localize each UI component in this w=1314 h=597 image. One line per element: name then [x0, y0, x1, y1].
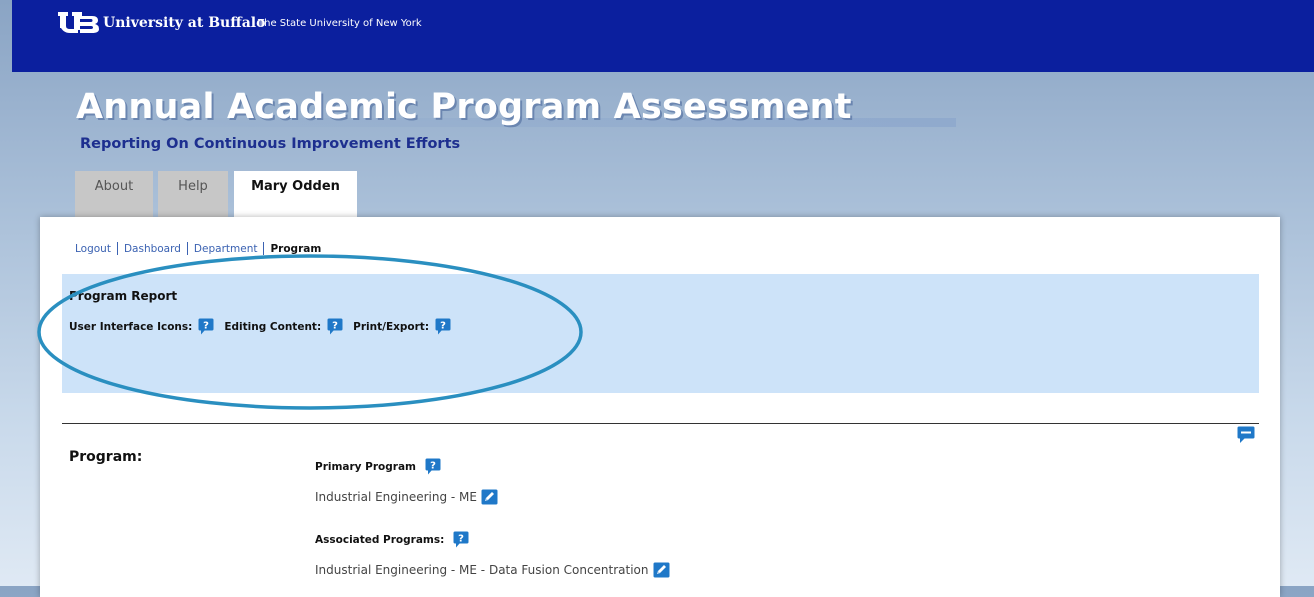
university-name[interactable]: University at Buffalo	[103, 15, 265, 31]
svg-text:?: ?	[430, 461, 436, 472]
ub-logo-icon[interactable]	[58, 12, 100, 34]
page-subtitle: Reporting On Continuous Improvement Effo…	[80, 136, 461, 152]
primary-program-heading: Primary Program ?	[315, 458, 451, 475]
pencil-edit-icon[interactable]	[481, 489, 498, 505]
help-question-icon[interactable]: ?	[425, 458, 441, 475]
associated-program-value: Industrial Engineering - ME - Data Fusio…	[315, 563, 649, 577]
pencil-edit-icon[interactable]	[653, 562, 670, 578]
page-title: Annual Academic Program Assessment	[76, 87, 852, 127]
tab-about[interactable]: About	[75, 171, 153, 217]
help-question-icon[interactable]: ?	[453, 531, 469, 548]
comment-icon[interactable]	[1237, 426, 1255, 444]
associated-programs-heading: Associated Programs: ?	[315, 531, 479, 548]
program-label: Program:	[69, 449, 143, 465]
primary-program-row: Industrial Engineering - ME	[315, 489, 498, 505]
annotation-ellipse	[37, 254, 583, 410]
associated-program-row: Industrial Engineering - ME - Data Fusio…	[315, 562, 670, 578]
university-subtitle: The State University of New York	[258, 18, 422, 29]
tab-help[interactable]: Help	[158, 171, 228, 217]
primary-program-label: Primary Program	[315, 460, 416, 473]
university-header-bar	[12, 0, 1314, 72]
tab-user-profile[interactable]: Mary Odden	[234, 171, 357, 217]
associated-programs-label: Associated Programs:	[315, 533, 445, 546]
section-divider	[62, 423, 1259, 424]
primary-program-value: Industrial Engineering - ME	[315, 490, 477, 504]
svg-text:?: ?	[458, 534, 464, 545]
